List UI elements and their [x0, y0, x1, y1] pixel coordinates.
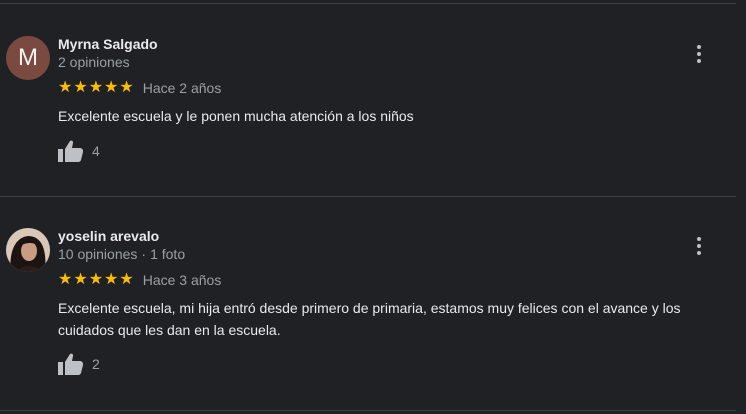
reviews-count: 10 opiniones [58, 246, 138, 262]
star-rating: ★★★★★ [58, 79, 135, 96]
like-button[interactable]: 4 [58, 140, 100, 162]
more-options-button[interactable] [690, 234, 708, 258]
reviews-panel: M Myrna Salgado 2 opiniones ★★★★★ Hace 2… [0, 0, 746, 414]
like-count: 4 [92, 143, 100, 159]
reviewer-meta[interactable]: 2 opiniones [58, 54, 130, 70]
reviewer-meta[interactable]: 10 opiniones · 1 foto [58, 246, 185, 262]
star-rating: ★★★★★ [58, 271, 135, 288]
avatar[interactable]: M [6, 36, 50, 80]
meta-separator: · [141, 246, 147, 262]
rating-row: ★★★★★ Hace 3 años [58, 271, 222, 289]
reviews-count: 2 opiniones [58, 54, 130, 70]
like-count: 2 [92, 356, 100, 372]
review-text: Excelente escuela, mi hija entró desde p… [58, 300, 681, 338]
rating-row: ★★★★★ Hace 2 años [58, 79, 222, 97]
reviewer-name[interactable]: Myrna Salgado [58, 36, 158, 52]
thumbs-up-icon [58, 140, 84, 162]
review-date: Hace 3 años [142, 272, 222, 288]
like-button[interactable]: 2 [58, 353, 100, 375]
review-date: Hace 2 años [142, 80, 222, 96]
photos-count: 1 foto [150, 246, 186, 262]
more-vert-icon [697, 45, 701, 63]
divider [0, 410, 736, 411]
divider [0, 3, 736, 4]
more-vert-icon [697, 237, 701, 255]
avatar[interactable] [6, 228, 50, 272]
review-text: Excelente escuela y le ponen mucha atenc… [58, 108, 414, 124]
thumbs-up-icon [58, 353, 84, 375]
divider [0, 196, 736, 197]
more-options-button[interactable] [690, 42, 708, 66]
reviewer-name[interactable]: yoselin arevalo [58, 228, 159, 244]
